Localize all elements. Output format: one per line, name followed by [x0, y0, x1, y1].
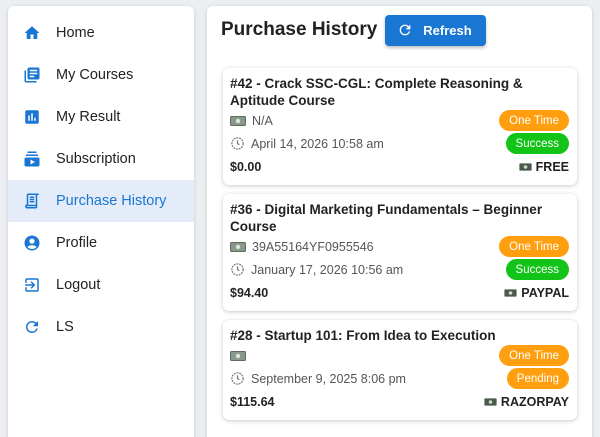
sidebar-item-my-result[interactable]: My Result: [8, 96, 194, 138]
sidebar-item-profile[interactable]: Profile: [8, 222, 194, 264]
clock-icon: [231, 372, 244, 385]
sidebar-item-label: Purchase History: [56, 193, 167, 209]
sidebar-item-home[interactable]: Home: [8, 12, 194, 54]
sidebar-item-label: My Result: [56, 109, 121, 125]
refresh-button-label: Refresh: [423, 22, 472, 38]
money-icon: [230, 241, 246, 252]
sidebar-item-label: Home: [56, 25, 95, 41]
purchase-card: #42 - Crack SSC-CGL: Complete Reasoning …: [223, 68, 577, 185]
money-icon: [230, 350, 246, 361]
type-badge: One Time: [499, 236, 569, 257]
sidebar-item-label: Subscription: [56, 151, 136, 167]
sidebar-item-logout[interactable]: Logout: [8, 264, 194, 306]
sidebar-item-purchase-history[interactable]: Purchase History: [8, 180, 194, 222]
purchase-amount: $94.40: [230, 286, 269, 300]
page-header: Purchase History Refresh: [207, 6, 592, 48]
page-title: Purchase History: [221, 19, 378, 40]
purchase-card: #36 - Digital Marketing Fundamentals – B…: [223, 194, 577, 311]
refresh-icon: [399, 24, 411, 36]
purchase-title: #28 - Startup 101: From Idea to Executio…: [230, 328, 496, 343]
status-badge: Pending: [506, 368, 569, 389]
status-badge: Success: [505, 133, 569, 154]
money-icon: [504, 289, 517, 297]
sidebar-item-label: LS: [56, 319, 74, 335]
purchase-title: #42 - Crack SSC-CGL: Complete Reasoning …: [230, 76, 523, 108]
status-badge: Success: [505, 259, 569, 280]
payment-method: PAYPAL: [521, 286, 569, 300]
purchase-amount: $115.64: [230, 395, 275, 409]
money-icon: [230, 115, 246, 126]
transaction-id: 39A55164YF0955546: [252, 239, 374, 254]
receipt-icon: [22, 191, 42, 211]
type-badge: One Time: [499, 345, 569, 366]
sidebar-item-ls[interactable]: LS: [8, 306, 194, 348]
clock-icon: [231, 137, 244, 150]
payment-method: FREE: [535, 160, 569, 174]
library-books-icon: [22, 65, 42, 85]
bar-chart-icon: [22, 107, 42, 127]
sidebar-item-label: My Courses: [56, 67, 134, 83]
money-icon: [484, 398, 497, 406]
payment-method: RAZORPAY: [500, 395, 569, 409]
sidebar: Home My Courses My Result Subscription P…: [8, 6, 194, 437]
sidebar-item-label: Profile: [56, 235, 98, 251]
type-badge: One Time: [499, 110, 569, 131]
home-icon: [22, 23, 42, 43]
sidebar-item-subscription[interactable]: Subscription: [8, 138, 194, 180]
purchase-date: September 9, 2025 8:06 pm: [251, 371, 406, 386]
purchase-title: #36 - Digital Marketing Fundamentals – B…: [230, 202, 543, 234]
purchase-date: January 17, 2026 10:56 am: [251, 262, 404, 277]
main-panel: Purchase History Refresh #42 - Crack SSC…: [207, 6, 592, 437]
purchase-list: #42 - Crack SSC-CGL: Complete Reasoning …: [223, 68, 577, 429]
subscriptions-icon: [22, 149, 42, 169]
logout-icon: [22, 275, 42, 295]
clock-icon: [231, 263, 244, 276]
purchase-date: April 14, 2026 10:58 am: [251, 136, 384, 151]
refresh-icon: [22, 317, 42, 337]
purchase-card: #28 - Startup 101: From Idea to Executio…: [223, 320, 577, 420]
money-icon: [519, 163, 532, 171]
refresh-button[interactable]: Refresh: [385, 14, 486, 46]
sidebar-item-label: Logout: [56, 277, 101, 293]
purchase-amount: $0.00: [230, 160, 262, 174]
sidebar-item-my-courses[interactable]: My Courses: [8, 54, 194, 96]
transaction-id: N/A: [252, 113, 273, 128]
account-circle-icon: [22, 233, 42, 253]
